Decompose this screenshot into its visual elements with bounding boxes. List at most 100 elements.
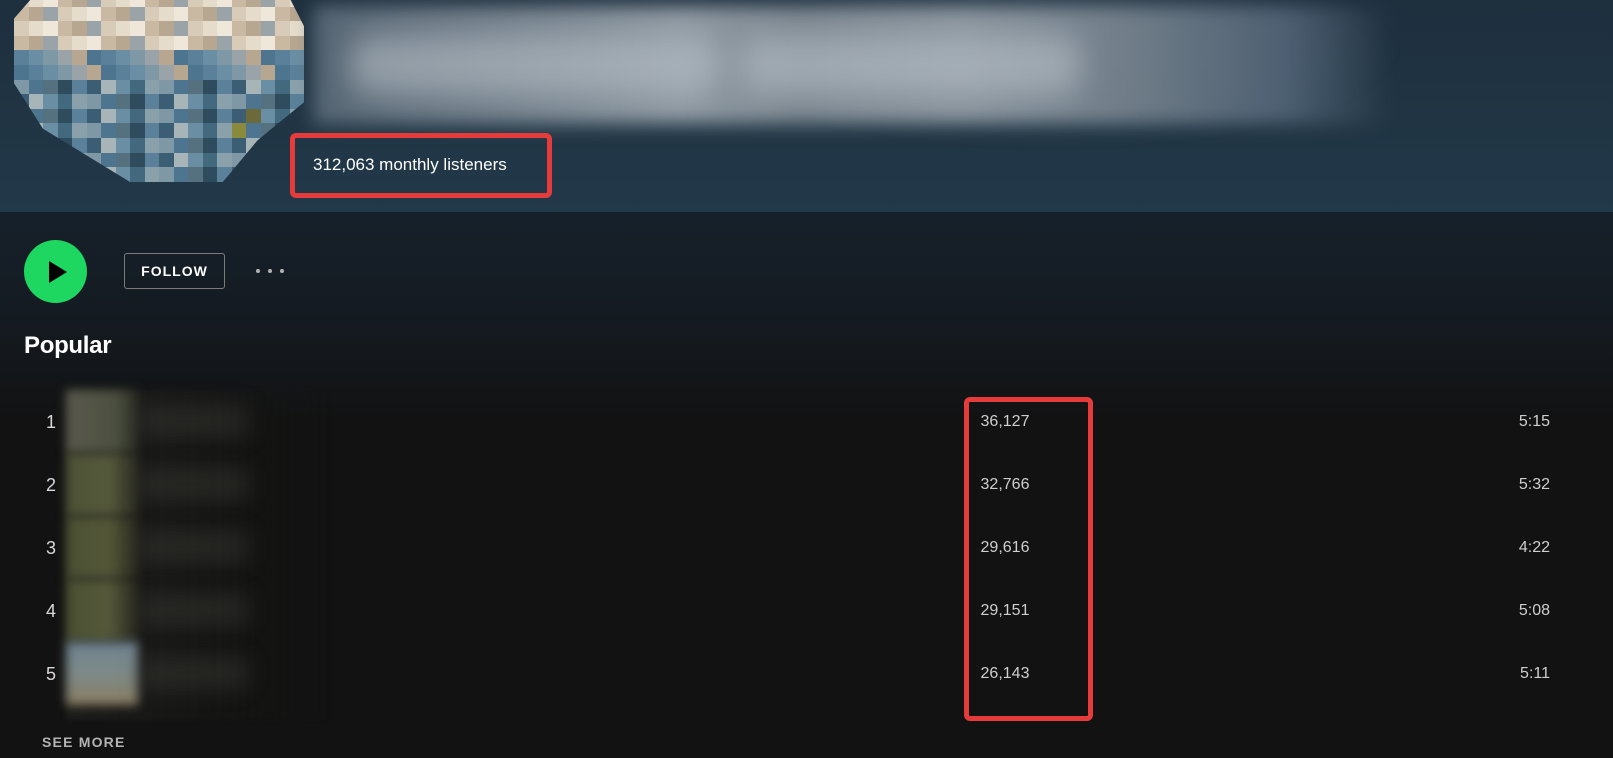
- avatar-pixel: [86, 79, 101, 95]
- avatar-pixel: [260, 94, 275, 109]
- avatar-pixel: [217, 137, 232, 153]
- avatar-pixel: [144, 35, 159, 51]
- more-options-button[interactable]: [252, 258, 288, 284]
- follow-button[interactable]: FOLLOW: [124, 253, 225, 289]
- avatar-pixel: [57, 123, 72, 138]
- avatar-pixel: [188, 137, 203, 153]
- avatar-pixel: [144, 167, 159, 182]
- avatar-pixel: [246, 167, 261, 182]
- avatar-pixel: [72, 79, 87, 95]
- track-row[interactable]: 4 29,151 5:08: [0, 579, 1613, 642]
- avatar-pixel: [115, 21, 130, 36]
- track-row[interactable]: 2 32,766 5:32: [0, 453, 1613, 516]
- avatar-pixel: [144, 21, 159, 36]
- avatar-pixel: [28, 79, 43, 95]
- avatar-pixel: [101, 50, 116, 65]
- avatar-pixel: [72, 152, 87, 168]
- avatar-pixel: [144, 123, 159, 138]
- avatar-pixel: [202, 0, 217, 7]
- avatar-pixel: [28, 6, 43, 22]
- avatar-pixel: [260, 50, 275, 65]
- avatar-pixel: [144, 64, 159, 80]
- avatar-pixel: [217, 35, 232, 51]
- avatar-pixel: [14, 6, 29, 22]
- see-more-link[interactable]: SEE MORE: [42, 734, 126, 750]
- avatar-pixel: [202, 21, 217, 36]
- avatar-pixel: [57, 137, 72, 153]
- avatar-pixel: [14, 79, 29, 95]
- track-cover: [66, 453, 138, 516]
- avatar-pixel: [43, 64, 58, 80]
- avatar-pixel: [14, 35, 29, 51]
- avatar-pixel: [159, 152, 174, 168]
- avatar-pixel: [86, 6, 101, 22]
- avatar-pixel: [130, 21, 145, 36]
- avatar-pixel: [28, 137, 43, 153]
- avatar-pixel: [202, 50, 217, 65]
- avatar-pixel: [246, 94, 261, 109]
- avatar-pixel: [86, 167, 101, 182]
- avatar-pixel: [188, 21, 203, 36]
- avatar-pixel: [130, 0, 145, 7]
- more-options-icon: [268, 269, 272, 273]
- avatar-pixel: [173, 0, 188, 7]
- avatar-pixel: [289, 94, 304, 109]
- avatar-pixel: [86, 35, 101, 51]
- avatar-pixel: [246, 123, 261, 138]
- avatar-pixel: [289, 50, 304, 65]
- avatar-pixel: [231, 0, 246, 7]
- track-duration: 5:15: [1518, 413, 1550, 430]
- avatar-pixel: [173, 21, 188, 36]
- avatar-pixel: [72, 108, 87, 124]
- avatar-pixel: [57, 79, 72, 95]
- avatar-pixel: [202, 137, 217, 153]
- track-number: 4: [46, 601, 57, 621]
- track-row[interactable]: 1 36,127 5:15: [0, 390, 1613, 453]
- avatar-pixel: [173, 94, 188, 109]
- track-row[interactable]: 5 26,143 5:11: [0, 642, 1613, 705]
- avatar-pixel: [86, 94, 101, 109]
- track-cover: [66, 390, 138, 453]
- avatar-pixel: [246, 79, 261, 95]
- avatar-pixel: [57, 94, 72, 109]
- avatar-pixel: [275, 167, 290, 182]
- avatar-pixel: [173, 152, 188, 168]
- avatar-pixel: [159, 0, 174, 7]
- avatar-pixel: [231, 137, 246, 153]
- avatar-pixel: [217, 6, 232, 22]
- avatar-pixel: [275, 94, 290, 109]
- avatar-pixel: [188, 94, 203, 109]
- avatar-pixel: [188, 64, 203, 80]
- avatar-pixel: [217, 64, 232, 80]
- artist-name-blur-segment: [740, 36, 1080, 94]
- track-title-blurred: [138, 530, 248, 564]
- avatar-pixel: [173, 79, 188, 95]
- avatar-pixel: [260, 21, 275, 36]
- avatar-pixel: [144, 152, 159, 168]
- avatar-pixel: [275, 152, 290, 168]
- avatar-pixel: [260, 167, 275, 182]
- avatar-pixel: [260, 108, 275, 124]
- track-cover: [66, 642, 138, 705]
- avatar-pixel: [246, 137, 261, 153]
- track-row[interactable]: 3 29,616 4:22: [0, 516, 1613, 579]
- avatar-pixel: [275, 108, 290, 124]
- track-title-blurred: [138, 593, 248, 627]
- avatar-pixel: [202, 79, 217, 95]
- avatar-pixel: [115, 137, 130, 153]
- track-title-blurred: [138, 404, 248, 438]
- artist-page: 312,063 monthly listeners FOLLOW Popular…: [0, 0, 1613, 758]
- avatar-pixel: [130, 64, 145, 80]
- play-button[interactable]: [24, 240, 87, 303]
- avatar-pixel: [289, 35, 304, 51]
- avatar-pixel: [246, 64, 261, 80]
- avatar-pixel: [86, 21, 101, 36]
- avatar-pixel: [14, 0, 29, 7]
- avatar-pixel: [159, 137, 174, 153]
- avatar-pixel: [231, 94, 246, 109]
- avatar-pixel: [57, 50, 72, 65]
- avatar-pixel: [86, 108, 101, 124]
- avatar-pixel: [275, 50, 290, 65]
- avatar-pixel: [28, 35, 43, 51]
- avatar-pixel: [246, 6, 261, 22]
